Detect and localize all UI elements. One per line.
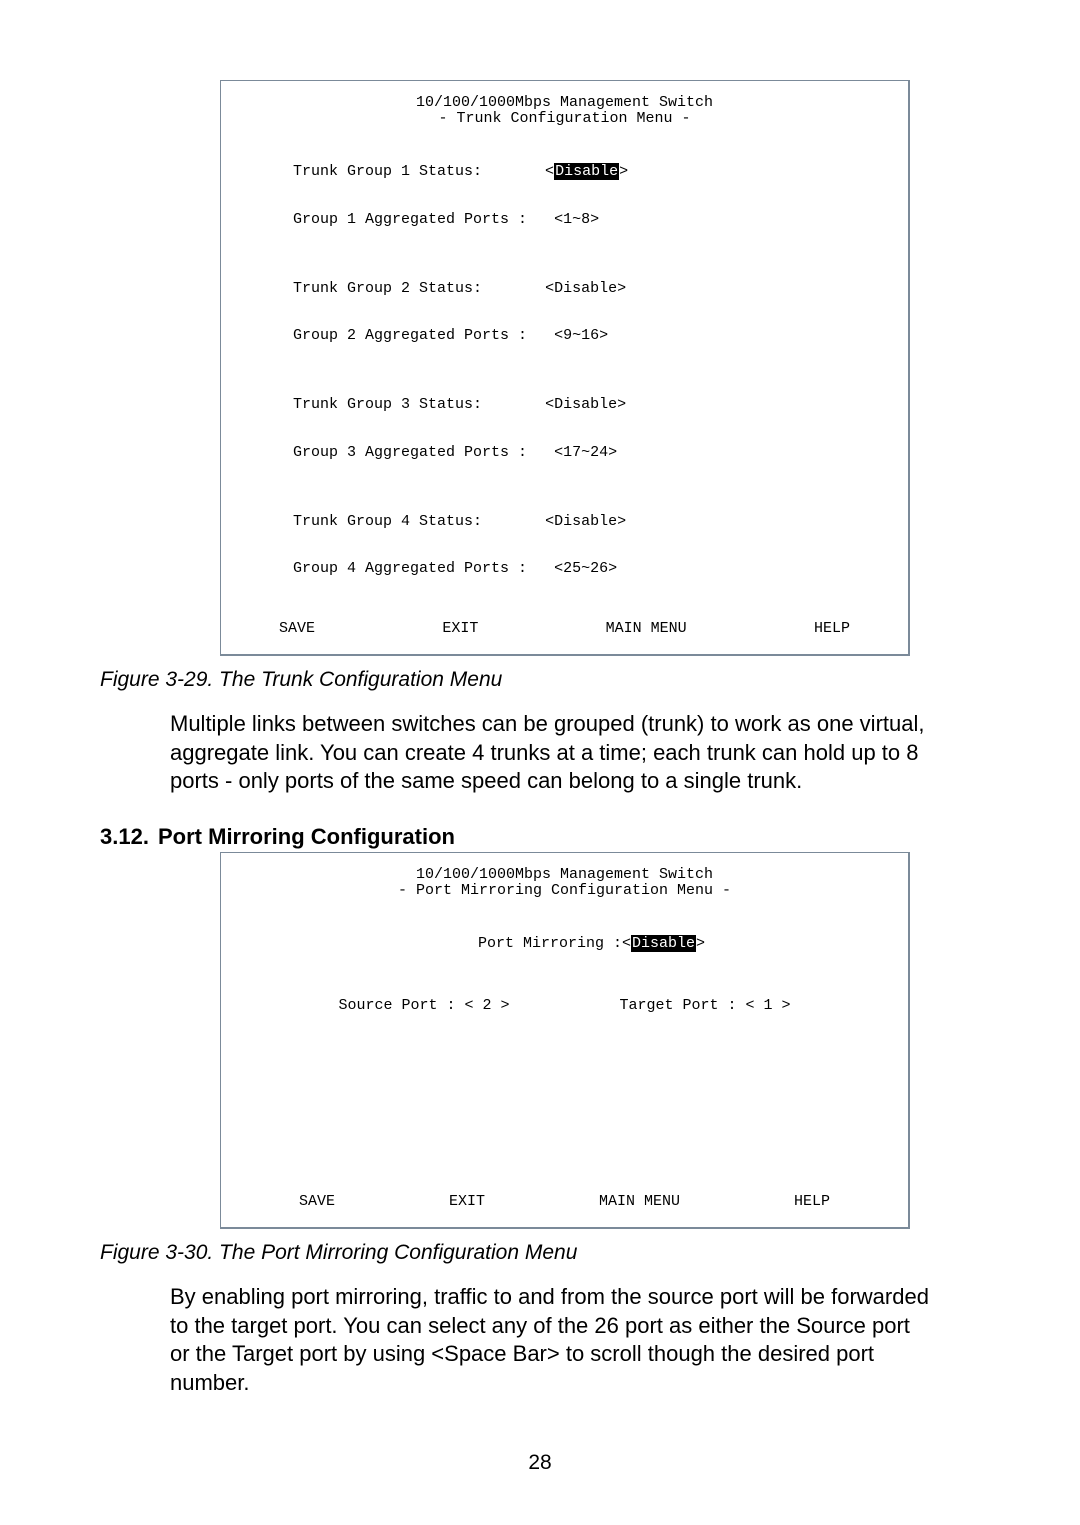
trunk-group-row: Trunk Group 2 Status: <Disable> — [239, 265, 890, 312]
ports-label: Group 3 Aggregated Ports : — [293, 444, 527, 461]
ports-label: Group 4 Aggregated Ports : — [293, 560, 527, 577]
ports-value: <9~16> — [554, 327, 608, 344]
terminal-title-line1: 10/100/1000Mbps Management Switch — [239, 95, 890, 111]
paragraph-trunk-description: Multiple links between switches can be g… — [170, 710, 930, 796]
terminal-title-line1: 10/100/1000Mbps Management Switch — [239, 867, 890, 883]
section-title: Port Mirroring Configuration — [158, 824, 455, 849]
status-value[interactable]: <Disable> — [545, 280, 626, 297]
paragraph-mirror-description: By enabling port mirroring, traffic to a… — [170, 1283, 930, 1397]
ports-label: Group 2 Aggregated Ports : — [293, 327, 527, 344]
status-label: Trunk Group 2 Status: — [293, 280, 482, 297]
page-number: 28 — [528, 1451, 551, 1475]
main-menu-action[interactable]: MAIN MENU — [599, 1194, 680, 1210]
section-number: 3.12. — [100, 824, 158, 850]
status-label: Trunk Group 3 Status: — [293, 396, 482, 413]
save-action[interactable]: SAVE — [299, 1194, 335, 1210]
mirror-tail: > — [696, 935, 705, 952]
trunk-group-row: Trunk Group 3 Status: <Disable> — [239, 382, 890, 429]
mirror-ports-row: Source Port : < 2 > Target Port : < 1 > — [239, 998, 890, 1014]
mirror-value-selected[interactable]: Disable — [631, 935, 696, 952]
trunk-group-ports-row: Group 1 Aggregated Ports : <1~8> — [239, 196, 890, 243]
section-heading: 3.12.Port Mirroring Configuration — [100, 824, 980, 850]
terminal-title-line2: - Port Mirroring Configuration Menu - — [239, 883, 890, 899]
document-page: 10/100/1000Mbps Management Switch - Trun… — [0, 0, 1080, 1525]
terminal-footer: SAVE EXIT MAIN MENU HELP — [239, 621, 890, 641]
figure-caption-2: Figure 3-30. The Port Mirroring Configur… — [100, 1241, 980, 1265]
terminal-footer: SAVE EXIT MAIN MENU HELP — [239, 1194, 890, 1214]
trunk-group-ports-row: Group 3 Aggregated Ports : <17~24> — [239, 429, 890, 476]
ports-value: <25~26> — [554, 560, 617, 577]
trunk-group-row: Trunk Group 4 Status: <Disable> — [239, 498, 890, 545]
trunk-group-row: Trunk Group 1 Status: <Disable> — [239, 149, 890, 196]
exit-action[interactable]: EXIT — [442, 621, 478, 637]
mirror-label: Port Mirroring :< — [478, 935, 631, 952]
port-mirroring-row: Port Mirroring :<Disable> — [239, 921, 890, 968]
status-label: Trunk Group 1 Status: — [293, 163, 482, 180]
ports-value: <1~8> — [554, 211, 599, 228]
trunk-group-ports-row: Group 4 Aggregated Ports : <25~26> — [239, 545, 890, 592]
status-value[interactable]: <Disable> — [545, 513, 626, 530]
ports-value: <17~24> — [554, 444, 617, 461]
target-port[interactable]: Target Port : < 1 > — [620, 998, 791, 1014]
help-action[interactable]: HELP — [814, 621, 850, 637]
ports-label: Group 1 Aggregated Ports : — [293, 211, 527, 228]
exit-action[interactable]: EXIT — [449, 1194, 485, 1210]
help-action[interactable]: HELP — [794, 1194, 830, 1210]
status-label: Trunk Group 4 Status: — [293, 513, 482, 530]
main-menu-action[interactable]: MAIN MENU — [606, 621, 687, 637]
status-value-selected[interactable]: Disable — [554, 163, 619, 180]
trunk-config-terminal: 10/100/1000Mbps Management Switch - Trun… — [220, 80, 910, 656]
figure-caption-1: Figure 3-29. The Trunk Configuration Men… — [100, 668, 980, 692]
port-mirror-terminal: 10/100/1000Mbps Management Switch - Port… — [220, 852, 910, 1229]
terminal-title-line2: - Trunk Configuration Menu - — [239, 111, 890, 127]
source-port[interactable]: Source Port : < 2 > — [338, 998, 509, 1014]
save-action[interactable]: SAVE — [279, 621, 315, 637]
status-value[interactable]: <Disable> — [545, 396, 626, 413]
trunk-group-ports-row: Group 2 Aggregated Ports : <9~16> — [239, 312, 890, 359]
